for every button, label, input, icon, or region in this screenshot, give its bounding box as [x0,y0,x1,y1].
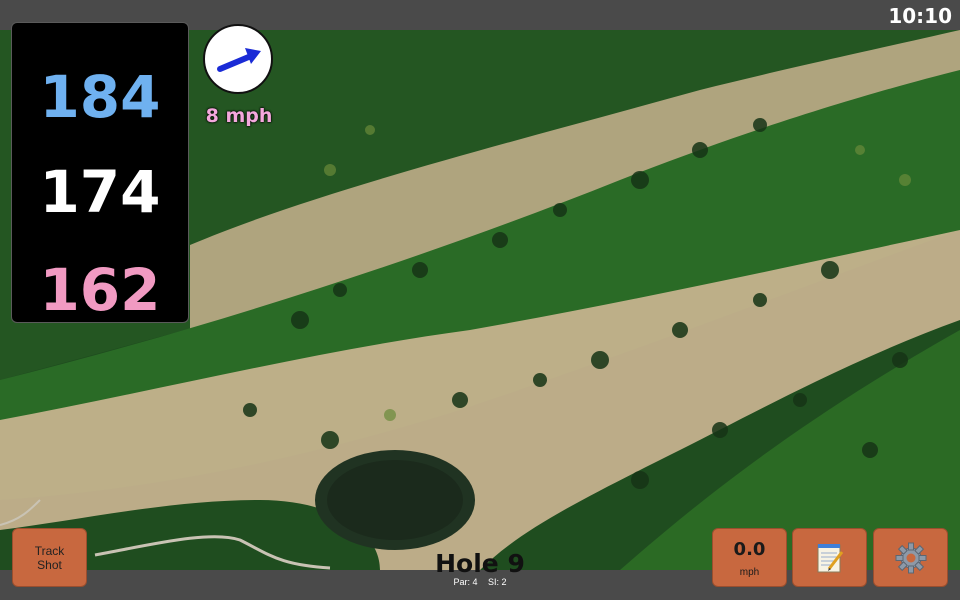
speed-unit: mph [739,567,760,578]
speed-button[interactable]: 0.0 mph [712,528,787,587]
distance-panel: 184 174 162 [11,22,189,324]
gear-icon [895,542,926,573]
hole-meta: Par: 4 SI: 2 [380,577,580,587]
hole-par: Par: 4 [453,577,478,587]
notes-button[interactable] [792,528,867,587]
notepad-icon [817,543,843,572]
distance-middle: 174 [39,158,161,226]
distance-front: 162 [39,256,161,324]
speed-value: 0.0 [733,539,766,560]
track-shot-label-2: Shot [37,558,62,572]
hole-title: Hole 9 [435,549,525,578]
track-shot-button[interactable]: Track Shot [12,528,87,587]
track-shot-label-1: Track [34,544,65,558]
hole-si: SI: 2 [488,577,507,587]
wind-speed: 8 mph [205,105,273,127]
distance-back: 184 [39,63,161,131]
wind-dial [203,24,273,94]
wind-arrow-icon [217,48,261,72]
clock: 10:10 [888,4,952,28]
settings-button[interactable] [873,528,948,587]
